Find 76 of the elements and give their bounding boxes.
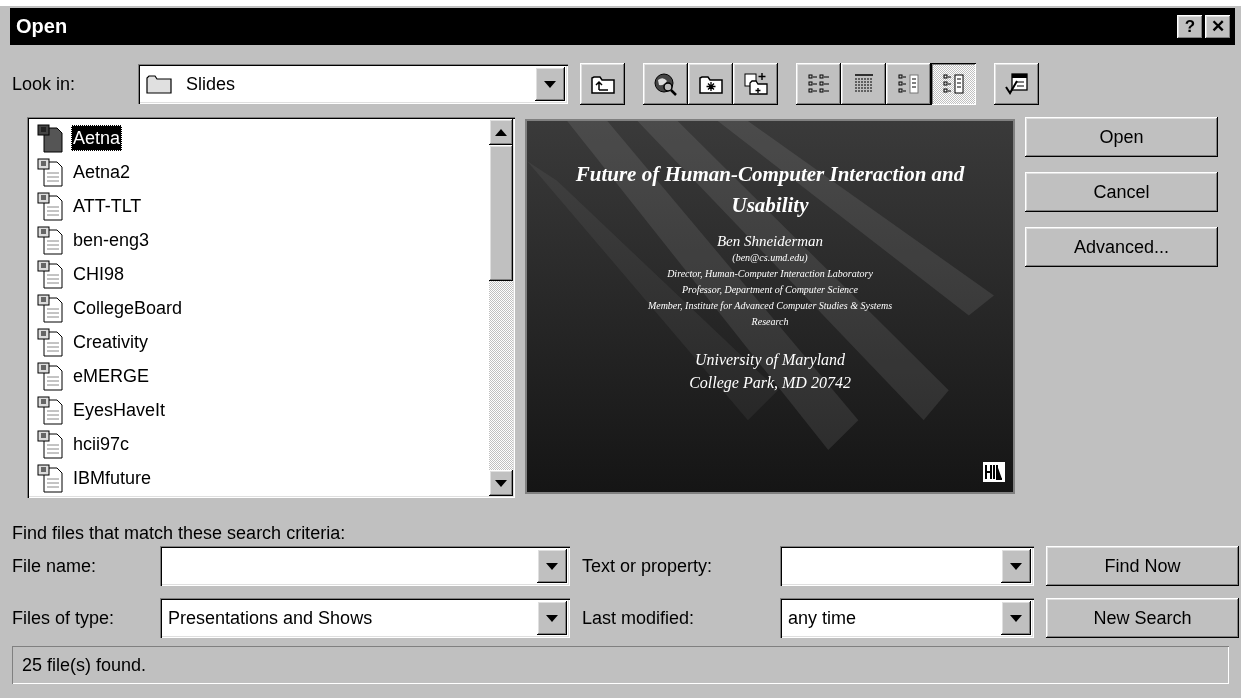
look-in-dropdown[interactable]: Slides bbox=[138, 64, 568, 104]
slide-place: College Park, MD 20742 bbox=[689, 373, 851, 394]
dialog-button[interactable]: Open bbox=[1025, 117, 1218, 157]
file-item[interactable]: ben-eng3 bbox=[37, 223, 489, 257]
folder-icon bbox=[146, 74, 172, 94]
window-title: Open bbox=[15, 15, 68, 38]
presentation-file-icon bbox=[37, 361, 65, 391]
toolbar-button[interactable] bbox=[733, 63, 778, 105]
scroll-thumb[interactable] bbox=[489, 145, 513, 281]
file-item[interactable]: IBMfuture bbox=[37, 461, 489, 495]
slide-role: Member, Institute for Advanced Computer Studies & Systems Research bbox=[646, 299, 894, 329]
toolbar-button[interactable] bbox=[580, 63, 625, 105]
scroll-down-button[interactable] bbox=[489, 470, 513, 496]
preview-view-icon bbox=[940, 72, 967, 96]
dropdown-arrow-button[interactable] bbox=[1001, 601, 1031, 635]
dropdown-arrow-button[interactable] bbox=[537, 601, 567, 635]
close-button[interactable]: ✕ bbox=[1205, 14, 1231, 39]
presentation-file-icon bbox=[37, 225, 65, 255]
checklist-icon bbox=[1003, 72, 1030, 96]
presentation-file-icon bbox=[37, 191, 65, 221]
status-bar: 25 file(s) found. bbox=[12, 646, 1229, 684]
file-item[interactable]: EyesHaveIt bbox=[37, 393, 489, 427]
slide-role: Director, Human-Computer Interaction Laboratory bbox=[667, 267, 873, 281]
search-button[interactable]: Find Now bbox=[1046, 546, 1239, 586]
file-item[interactable]: ATT-TLT bbox=[37, 189, 489, 223]
globe-magnifier-icon bbox=[652, 72, 679, 96]
slide-author: Ben Shneiderman bbox=[716, 233, 824, 250]
dialog-button[interactable]: Cancel bbox=[1025, 172, 1218, 212]
field-label: Last modified: bbox=[582, 607, 696, 629]
dropdown-field[interactable]: any time bbox=[780, 598, 1034, 638]
file-item[interactable]: eMERGE bbox=[37, 359, 489, 393]
field-label: File name: bbox=[12, 555, 98, 577]
toolbar-button[interactable] bbox=[796, 63, 841, 105]
add-folder-icon bbox=[742, 72, 769, 96]
file-item[interactable]: CollegeBoard bbox=[37, 291, 489, 325]
dropdown-arrow-button[interactable] bbox=[535, 67, 565, 101]
lab-logo-icon bbox=[983, 462, 1005, 482]
slide-email: (ben@cs.umd.edu) bbox=[732, 251, 808, 265]
dropdown-arrow-button[interactable] bbox=[1001, 549, 1031, 583]
toolbar-button[interactable] bbox=[931, 63, 976, 105]
look-in-label: Look in: bbox=[12, 73, 77, 95]
presentation-file-icon bbox=[37, 157, 65, 187]
dropdown-field[interactable]: Presentations and Shows bbox=[160, 598, 570, 638]
dropdown-field[interactable] bbox=[780, 546, 1034, 586]
dialog-button[interactable]: Advanced... bbox=[1025, 227, 1218, 267]
toolbar-button[interactable] bbox=[841, 63, 886, 105]
toolbar-button[interactable] bbox=[886, 63, 931, 105]
file-item[interactable]: Aetna bbox=[37, 121, 489, 155]
scroll-up-button[interactable] bbox=[489, 119, 513, 145]
file-item[interactable]: Aetna2 bbox=[37, 155, 489, 189]
file-item[interactable]: Creativity bbox=[37, 325, 489, 359]
search-button[interactable]: New Search bbox=[1046, 598, 1239, 638]
presentation-file-icon bbox=[37, 429, 65, 459]
slide-role: Professor, Department of Computer Science bbox=[682, 283, 858, 297]
presentation-file-icon bbox=[37, 395, 65, 425]
presentation-file-icon bbox=[37, 259, 65, 289]
field-label: Files of type: bbox=[12, 607, 116, 629]
properties-view-icon bbox=[895, 72, 922, 96]
dropdown-arrow-button[interactable] bbox=[537, 549, 567, 583]
presentation-file-icon bbox=[37, 293, 65, 323]
scrollbar[interactable] bbox=[489, 119, 513, 496]
file-item[interactable]: CHI98 bbox=[37, 257, 489, 291]
toolbar-button[interactable] bbox=[688, 63, 733, 105]
search-heading: Find files that match these search criteria: bbox=[12, 523, 347, 544]
list-view-icon bbox=[805, 72, 832, 96]
presentation-file-icon bbox=[37, 123, 65, 153]
presentation-file-icon bbox=[37, 327, 65, 357]
slide-title: Future of Human-Computer Interaction and Usability bbox=[574, 161, 966, 219]
presentation-file-icon bbox=[37, 463, 65, 493]
file-item[interactable]: hcii97c bbox=[37, 427, 489, 461]
help-button[interactable]: ? bbox=[1177, 14, 1203, 39]
toolbar-button[interactable] bbox=[994, 63, 1039, 105]
slide-place: University of Maryland bbox=[694, 350, 846, 371]
toolbar-button[interactable] bbox=[643, 63, 688, 105]
dropdown-field[interactable] bbox=[160, 546, 570, 586]
field-label: Text or property: bbox=[582, 555, 714, 577]
